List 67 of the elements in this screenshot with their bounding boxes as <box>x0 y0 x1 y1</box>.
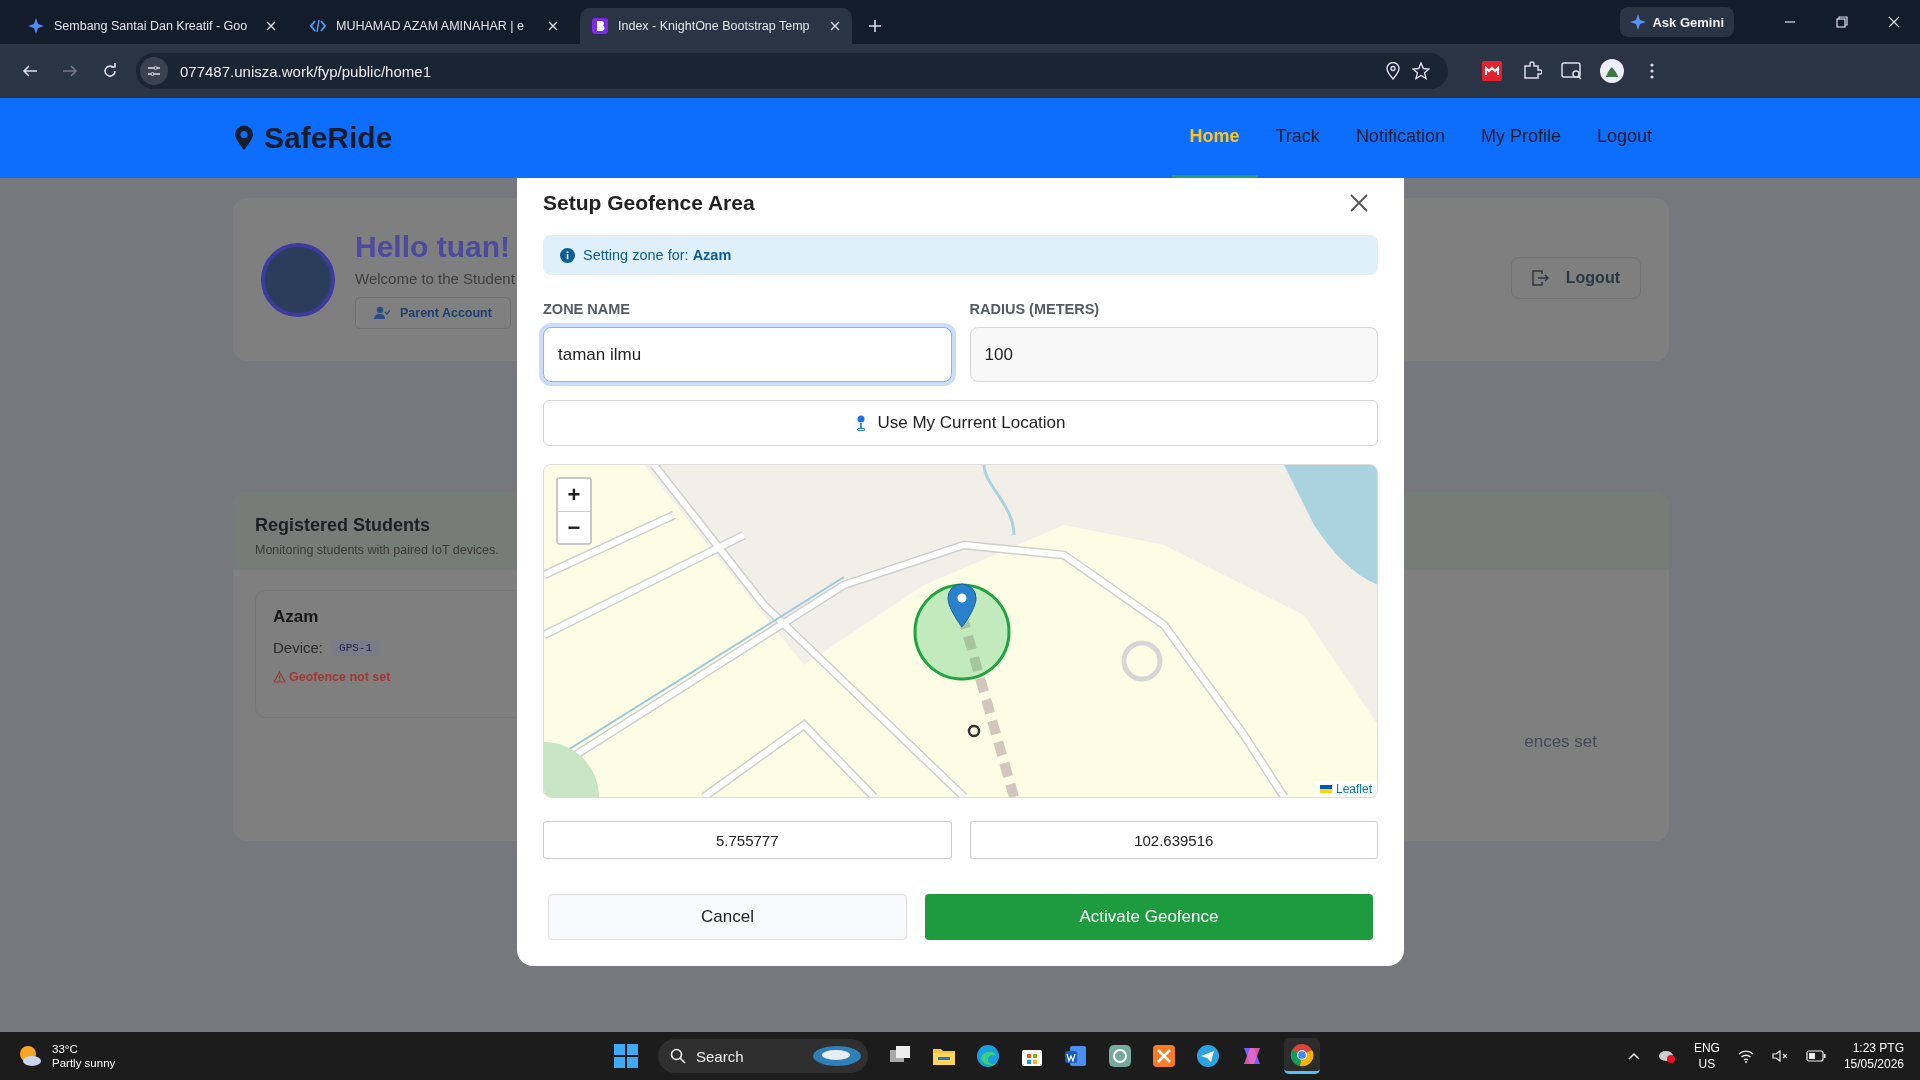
person-pin-icon <box>855 415 868 431</box>
taskbar-search-field[interactable]: Search <box>658 1039 868 1073</box>
tab-title: Sembang Santai Dan Kreatif - Goo <box>54 19 249 33</box>
panel-title: Registered Students <box>255 515 431 536</box>
whale-drawing <box>812 1045 862 1067</box>
clock-date[interactable]: 15/05/2026 <box>1843 1057 1904 1071</box>
region-text[interactable]: US <box>1698 1057 1716 1071</box>
map-pin-icon <box>234 125 254 151</box>
chevron-up-icon[interactable] <box>1627 1052 1640 1060</box>
input-field[interactable]: taman ilmu <box>543 327 952 382</box>
plus-icon[interactable] <box>868 19 882 33</box>
zoom-out-button[interactable]: − <box>558 511 590 543</box>
field-label: ZONE NAME <box>543 301 631 317</box>
temperature-text: 33°C <box>52 1043 79 1055</box>
nav-link[interactable]: Notification <box>1337 98 1463 178</box>
info-text: Setting zone for: Azam <box>583 247 732 263</box>
weather-text: Partly sunny <box>52 1057 116 1069</box>
cancel-button[interactable]: Cancel <box>548 894 907 940</box>
language-text[interactable]: ENG <box>1693 1041 1720 1055</box>
coordinate-field[interactable]: 102.639516 <box>969 821 1378 859</box>
ask-gemini-button[interactable]: Ask Gemini <box>1620 7 1734 37</box>
info-icon <box>560 247 575 263</box>
url-text: 077487.unisza.work/fyp/public/home1 <box>180 62 431 80</box>
letter-b-icon <box>592 18 608 34</box>
flag-icon <box>1319 785 1332 793</box>
nav-link[interactable]: Logout <box>1578 98 1670 178</box>
cloud-error-icon[interactable] <box>1657 1048 1676 1064</box>
welcome-text: Welcome to the Student <box>355 270 515 287</box>
leaflet-link[interactable]: Leaflet <box>1335 782 1372 796</box>
code-icon <box>310 18 326 34</box>
search-icon <box>670 1048 686 1064</box>
input-field[interactable]: 100 <box>969 327 1378 382</box>
nav-link[interactable]: My Profile <box>1462 98 1579 178</box>
coordinate-field[interactable]: 5.755777 <box>543 821 952 859</box>
windows-start-icon[interactable] <box>614 1044 638 1068</box>
panel-subtitle: Monitoring students with paired IoT devices. <box>255 543 499 557</box>
geofence-status: Geofence not set <box>289 670 391 684</box>
browser-tab[interactable]: Sembang Santai Dan Kreatif - Goo <box>16 8 288 44</box>
clock-time[interactable]: 1:23 PTG <box>1852 1041 1904 1055</box>
use-location-button[interactable]: Use My Current Location <box>543 400 1378 446</box>
activate-geofence-button[interactable]: Activate Geofence <box>925 894 1373 940</box>
field-label: RADIUS (METERS) <box>969 301 1101 317</box>
close-icon[interactable] <box>1350 194 1368 212</box>
brand-logo[interactable]: SafeRide <box>264 121 393 155</box>
battery-icon[interactable] <box>1805 1050 1826 1062</box>
nav-link[interactable]: Track <box>1257 98 1338 178</box>
spark-icon <box>1630 14 1647 30</box>
browser-tab[interactable]: MUHAMAD AZAM AMINAHAR | e <box>298 8 570 44</box>
student-name: Azam <box>273 607 320 627</box>
star-icon[interactable] <box>1412 62 1430 80</box>
wifi-icon[interactable] <box>1737 1049 1754 1063</box>
browser-tab[interactable]: Index - KnightOne Bootstrap Temp <box>580 8 852 44</box>
speaker-muted-icon[interactable] <box>1771 1049 1788 1063</box>
site-settings-icon[interactable] <box>140 57 168 85</box>
tab-title: Index - KnightOne Bootstrap Temp <box>618 19 811 33</box>
dialog-title: Setup Geofence Area <box>543 191 755 215</box>
location-pin-icon[interactable] <box>1386 62 1400 80</box>
exit-door-icon <box>1531 269 1550 286</box>
chrome-logo-icon[interactable] <box>1284 1038 1320 1074</box>
user-check-icon <box>374 306 390 320</box>
address-bar[interactable]: 077487.unisza.work/fyp/public/home1 <box>136 53 1448 89</box>
device-label: Device: <box>273 639 324 656</box>
empty-state-text: ences set <box>1524 732 1597 753</box>
tab-title: MUHAMAD AZAM AMINAHAR | e <box>336 19 525 33</box>
warning-icon <box>273 671 286 683</box>
spark-icon <box>28 18 44 34</box>
device-code: GPS-1 <box>331 639 381 656</box>
